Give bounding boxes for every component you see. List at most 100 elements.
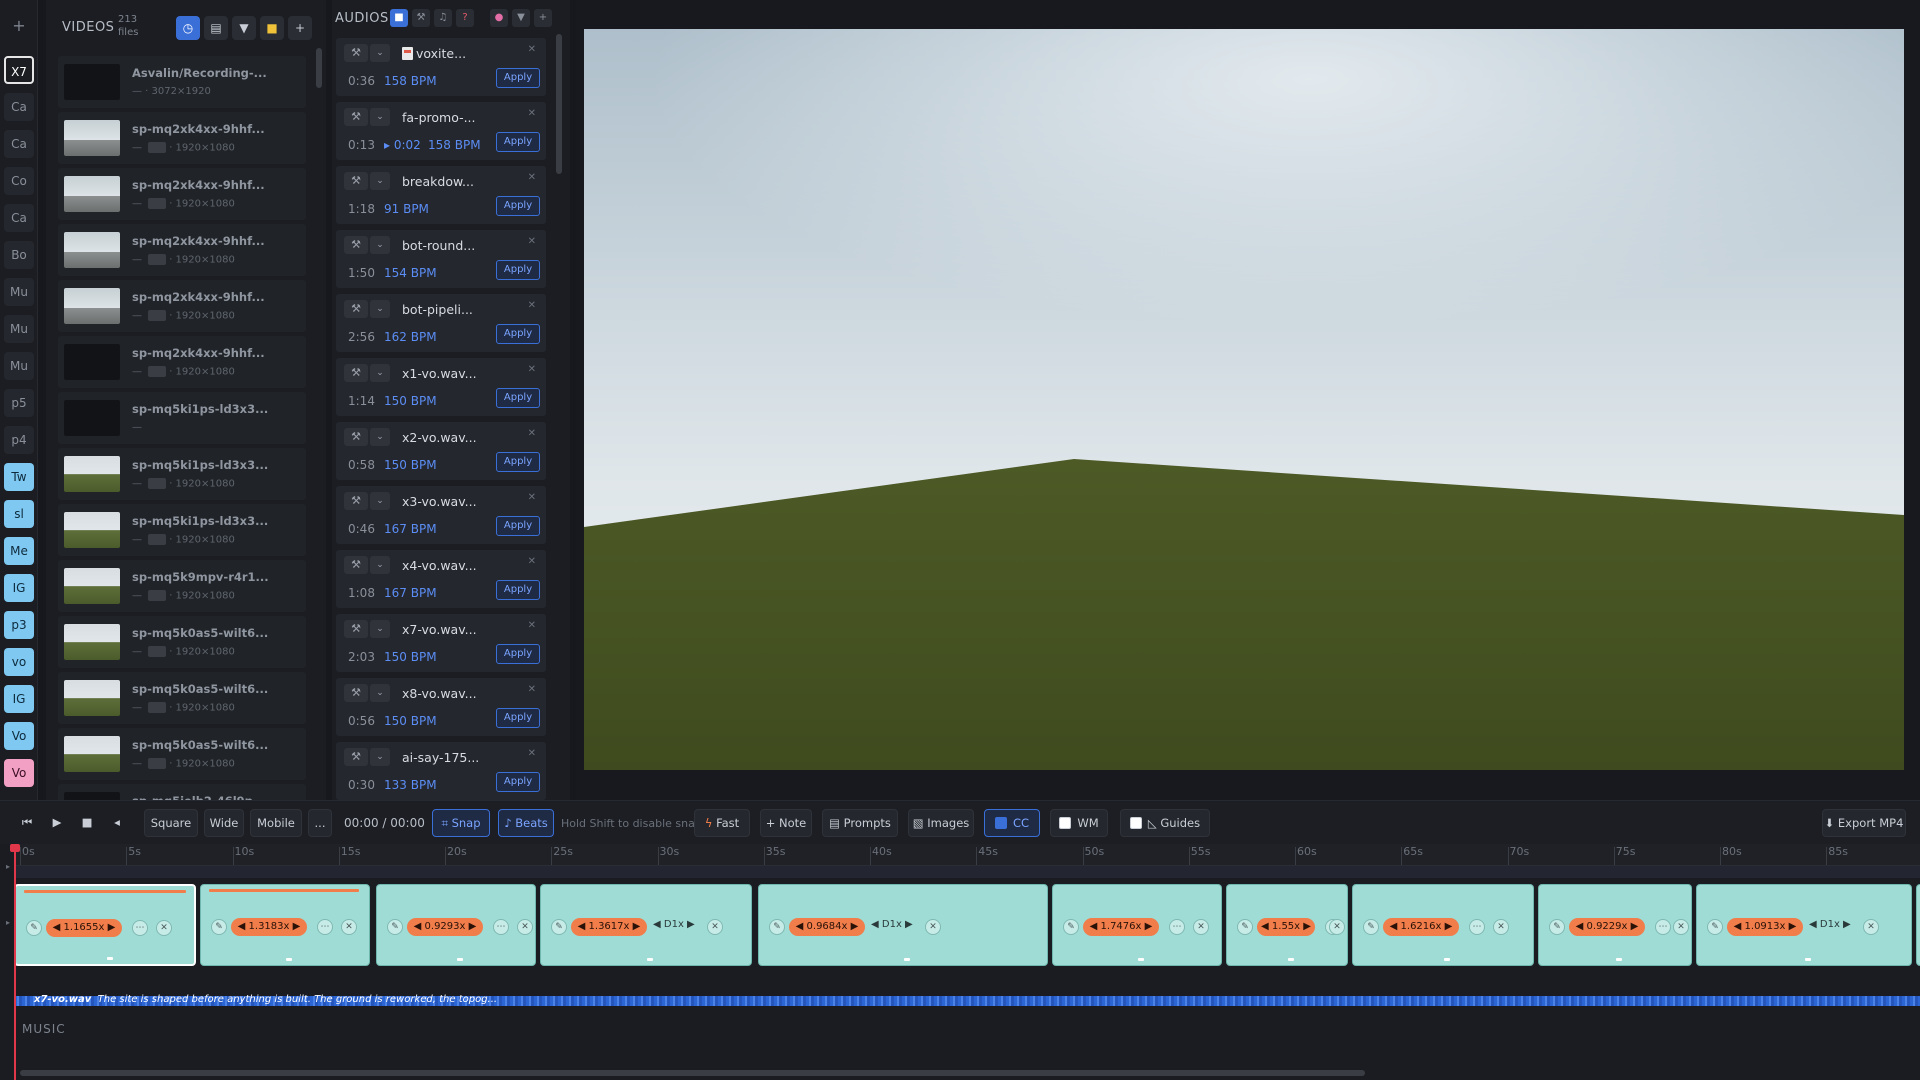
chevron-down-icon[interactable]: ⌄ bbox=[370, 556, 390, 574]
close-icon[interactable]: ✕ bbox=[528, 108, 536, 119]
close-icon[interactable]: ✕ bbox=[528, 236, 536, 247]
wm-checkbox[interactable] bbox=[1059, 817, 1072, 829]
project-tab[interactable]: Ca bbox=[4, 130, 34, 158]
apply-button[interactable]: Apply bbox=[496, 644, 540, 664]
video-list-item[interactable]: sp-mq5k9mpv-r4r1... — · 1920×1080 bbox=[58, 560, 306, 612]
mobile-format-button[interactable]: Mobile bbox=[250, 809, 302, 837]
duration-increase-icon[interactable]: ▶ bbox=[1840, 919, 1851, 930]
layout-icon[interactable]: ▤ bbox=[204, 16, 228, 40]
tool-icon[interactable]: ⚒ bbox=[412, 9, 430, 27]
clip-speed-control[interactable]: ◀ 1.6216x ▶ bbox=[1383, 918, 1459, 936]
clip-trim-handle[interactable] bbox=[1288, 958, 1294, 961]
clip-edit-icon[interactable]: ✎ bbox=[1237, 919, 1253, 935]
speed-increase-icon[interactable]: ▶ bbox=[1627, 921, 1639, 932]
clip-speed-control[interactable]: ◀ 1.0913x ▶ bbox=[1727, 918, 1803, 936]
chevron-down-icon[interactable]: ⌄ bbox=[370, 364, 390, 382]
clip-trim-handle[interactable] bbox=[904, 958, 910, 961]
close-icon[interactable]: ✕ bbox=[528, 44, 536, 55]
duration-increase-icon[interactable]: ▶ bbox=[902, 919, 913, 930]
clip-edit-icon[interactable]: ✎ bbox=[211, 919, 227, 935]
hammer-icon[interactable]: ⚒ bbox=[344, 428, 368, 446]
project-tab[interactable]: Co bbox=[4, 167, 34, 195]
audio-list-item[interactable]: ⚒ ⌄ bot-round... ✕ 1:50 154 BPM Apply bbox=[336, 230, 546, 288]
chevron-down-icon[interactable]: ⌄ bbox=[370, 620, 390, 638]
clip-more-icon[interactable]: ⋯ bbox=[1655, 919, 1671, 935]
apply-button[interactable]: Apply bbox=[496, 196, 540, 216]
folder-icon[interactable]: ■ bbox=[260, 16, 284, 40]
duration-increase-icon[interactable]: ▶ bbox=[684, 919, 695, 930]
clip-duration-control[interactable]: ◀ D1x ▶ bbox=[871, 919, 913, 930]
clip-edit-icon[interactable]: ✎ bbox=[1063, 919, 1079, 935]
clip-trim-handle[interactable] bbox=[1138, 958, 1144, 961]
clip-edit-icon[interactable]: ✎ bbox=[26, 920, 42, 936]
images-button[interactable]: ▧ Images bbox=[908, 809, 974, 837]
close-icon[interactable]: ✕ bbox=[528, 300, 536, 311]
video-clip[interactable]: ✎◀ 1.55x ▶⋯✕ bbox=[1226, 884, 1348, 966]
close-icon[interactable]: ✕ bbox=[528, 428, 536, 439]
clip-speed-control[interactable]: ◀ 1.7476x ▶ bbox=[1083, 918, 1159, 936]
guides-checkbox[interactable] bbox=[1129, 817, 1142, 829]
timeline-scrollbar[interactable] bbox=[20, 1070, 1365, 1076]
video-list-item[interactable]: sp-mq5ielh2-46l9p... bbox=[58, 784, 306, 800]
video-clip[interactable]: ✎ ◀ 1.6216x ▶ ⋯ ✕ bbox=[1352, 884, 1534, 966]
clip-speed-control[interactable]: ◀ 0.9293x ▶ bbox=[407, 918, 483, 936]
clip-remove-icon[interactable]: ✕ bbox=[1329, 919, 1345, 935]
apply-button[interactable]: Apply bbox=[496, 68, 540, 88]
clip-speed-control[interactable]: ◀ 1.55x ▶ bbox=[1257, 918, 1315, 936]
fast-button[interactable]: ϟ Fast bbox=[694, 809, 750, 837]
video-list-item[interactable]: Asvalin/Recording-... — · 3072×1920 bbox=[58, 56, 306, 108]
cc-checkbox[interactable] bbox=[994, 817, 1007, 829]
video-clip[interactable]: ✎ ◀ 0.9684x ▶ ◀ D1x ▶ ✕ bbox=[758, 884, 1048, 966]
apply-button[interactable]: Apply bbox=[496, 260, 540, 280]
hammer-icon[interactable]: ⚒ bbox=[344, 556, 368, 574]
timeline-ruler[interactable]: 0s 5s 10s 15s 20s 25s 30s 35s 40s 45s 50s 55s 60s 65s… bbox=[14, 844, 1920, 866]
question-icon[interactable]: ? bbox=[456, 9, 474, 27]
apply-button[interactable]: Apply bbox=[496, 580, 540, 600]
prompts-button[interactable]: ▤ Prompts bbox=[822, 809, 898, 837]
snap-toggle[interactable]: ⌗ Snap bbox=[432, 809, 490, 837]
hammer-icon[interactable]: ⚒ bbox=[344, 108, 368, 126]
video-clip[interactable]: ✎ ◀ 1.3183x ▶ ⋯ ✕ bbox=[200, 884, 370, 966]
project-tab[interactable]: Vo bbox=[4, 759, 34, 787]
clip-speed-control[interactable]: ◀ 1.1655x ▶ bbox=[46, 919, 122, 937]
clock-icon[interactable]: ◷ bbox=[176, 16, 200, 40]
chevron-down-icon[interactable]: ⌄ bbox=[370, 172, 390, 190]
wide-format-button[interactable]: Wide bbox=[204, 809, 244, 837]
audio-list-item[interactable]: ⚒ ⌄ x8-vo.wav... ✕ 0:56 150 BPM Apply bbox=[336, 678, 546, 736]
clip-more-icon[interactable]: ⋯ bbox=[493, 919, 509, 935]
close-icon[interactable]: ✕ bbox=[528, 556, 536, 567]
project-tab[interactable]: Vo bbox=[4, 722, 34, 750]
video-list-item[interactable]: sp-mq2xk4xx-9hhf... — · 1920×1080 bbox=[58, 112, 306, 164]
speed-increase-icon[interactable]: ▶ bbox=[289, 921, 301, 932]
project-tab[interactable]: IG bbox=[4, 574, 34, 602]
video-list-item[interactable]: sp-mq5k0as5-wilt6... — · 1920×1080 bbox=[58, 616, 306, 668]
clip-speed-control[interactable]: ◀ 0.9684x ▶ bbox=[789, 918, 865, 936]
more-formats-button[interactable]: ... bbox=[308, 809, 332, 837]
clip-speed-control[interactable]: ◀ 1.3183x ▶ bbox=[231, 918, 307, 936]
chevron-down-icon[interactable]: ⌄ bbox=[370, 108, 390, 126]
audio-list-item[interactable]: ⚒ ⌄ breakdow... ✕ 1:18 91 BPM Apply bbox=[336, 166, 546, 224]
clip-edit-icon[interactable]: ✎ bbox=[387, 919, 403, 935]
video-list-item[interactable]: sp-mq2xk4xx-9hhf... — · 1920×1080 bbox=[58, 224, 306, 276]
clip-remove-icon[interactable]: ✕ bbox=[925, 919, 941, 935]
video-clip[interactable]: ✎ ◀ 0.9229x ▶ ⋯ ✕ bbox=[1538, 884, 1692, 966]
project-tab[interactable]: Bo bbox=[4, 241, 34, 269]
clip-edit-icon[interactable]: ✎ bbox=[1549, 919, 1565, 935]
chevron-down-icon[interactable]: ⌄ bbox=[370, 236, 390, 254]
apply-button[interactable]: Apply bbox=[496, 516, 540, 536]
stop-icon[interactable]: ■ bbox=[390, 9, 408, 27]
audio-list-item[interactable]: ⚒ ⌄ x1-vo.wav... ✕ 1:14 150 BPM Apply bbox=[336, 358, 546, 416]
add-video-button[interactable]: + bbox=[288, 16, 312, 40]
wm-toggle[interactable]: WM bbox=[1050, 809, 1108, 837]
chevron-down-icon[interactable]: ⌄ bbox=[370, 300, 390, 318]
video-list-item[interactable]: sp-mq2xk4xx-9hhf... — · 1920×1080 bbox=[58, 336, 306, 388]
video-list-item[interactable]: sp-mq5ki1ps-ld3x3... — · 1920×1080 bbox=[58, 504, 306, 556]
clip-duration-control[interactable]: ◀ D1x ▶ bbox=[1809, 919, 1851, 930]
clip-speed-control[interactable]: ◀ 0.9229x ▶ bbox=[1569, 918, 1645, 936]
speed-decrease-icon[interactable]: ◀ bbox=[796, 921, 807, 932]
speed-decrease-icon[interactable]: ◀ bbox=[1734, 921, 1745, 932]
project-tab[interactable]: Mu bbox=[4, 315, 34, 343]
speed-increase-icon[interactable]: ▶ bbox=[847, 921, 859, 932]
hammer-icon[interactable]: ⚒ bbox=[344, 684, 368, 702]
add-audio-button[interactable]: + bbox=[534, 9, 552, 27]
